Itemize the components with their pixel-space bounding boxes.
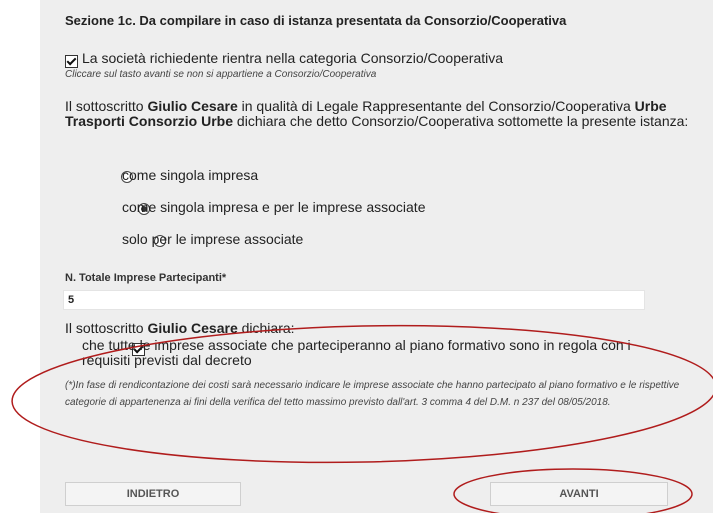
statement-middle: in qualità di Legale Rappresentante del … [237,98,635,114]
radio-single-company-label: come singola impresa [122,167,259,183]
back-button[interactable]: INDIETRO [65,482,241,506]
participants-label: N. Totale Imprese Partecipanti* [65,272,227,284]
consortium-hint: Cliccare sul tasto avanti se non si appa… [65,69,377,80]
consortium-checkbox[interactable] [65,55,78,69]
next-button[interactable]: AVANTI [490,482,668,506]
declaration-suffix: dichiara: [237,320,295,336]
associates-compliance-label: che tutte le imprese associate che parte… [82,337,631,368]
statement-prefix: Il sottoscritto [65,98,148,114]
section-title: Sezione 1c. Da compilare in caso di ista… [65,13,567,28]
statement-suffix: dichiara che detto Consorzio/Cooperativa… [233,113,689,129]
declaration-prefix: Il sottoscritto [65,320,148,336]
consortium-checkbox-label: La società richiedente rientra nella cat… [82,50,504,66]
radio-associates-only-label: solo per le imprese associate [122,231,304,247]
declarant-name: Giulio Cesare [147,320,238,336]
participants-input[interactable]: 5 [63,290,645,310]
representative-name: Giulio Cesare [147,98,238,114]
statement-paragraph: Il sottoscritto Giulio Cesare in qualità… [65,99,705,129]
declaration-line: Il sottoscritto Giulio Cesare dichiara: [65,320,295,336]
footnote: (*)In fase di rendicontazione dei costi … [65,380,680,408]
radio-single-and-associates-label: come singola impresa e per le imprese as… [122,199,426,215]
